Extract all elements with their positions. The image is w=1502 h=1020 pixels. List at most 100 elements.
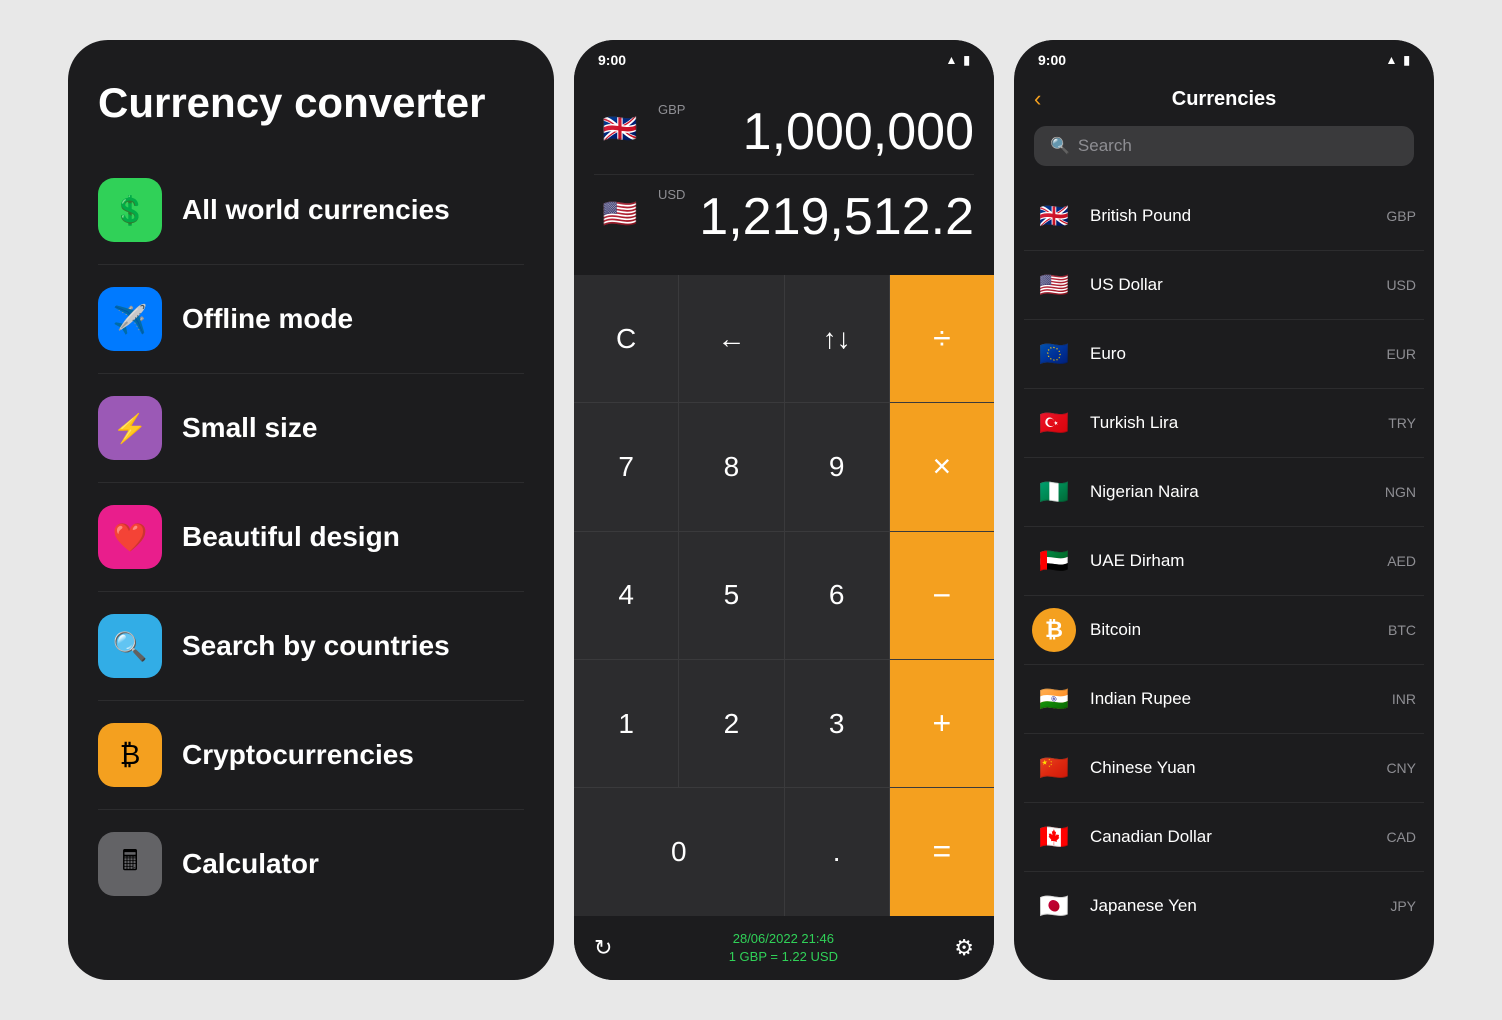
currencies-header: ‹ Currencies 🔍 Search (1014, 74, 1434, 182)
to-code: USD (658, 187, 685, 202)
calc-keypad: C←↑↓÷ 789× 456− 123+0.= (574, 275, 994, 916)
currency-item-gbp[interactable]: 🇬🇧 British Pound GBP (1024, 182, 1424, 251)
feature-label-offline-mode: Offline mode (182, 303, 353, 335)
calc-key-_[interactable]: × (890, 403, 994, 530)
currency-name-inr: Indian Rupee (1090, 689, 1378, 709)
currency-name-eur: Euro (1090, 344, 1372, 364)
flag-btc: ₿ (1032, 608, 1076, 652)
currency-item-usd[interactable]: 🇺🇸 US Dollar USD (1024, 251, 1424, 320)
footer-date: 28/06/2022 21:46 (729, 930, 838, 948)
calc-key-8[interactable]: 8 (679, 403, 783, 530)
currencies-list: 🇬🇧 British Pound GBP 🇺🇸 US Dollar USD 🇪🇺… (1014, 182, 1434, 980)
currency-item-jpy[interactable]: 🇯🇵 Japanese Yen JPY (1024, 872, 1424, 940)
currencies-panel: 9:00 ▲ ▮ ‹ Currencies 🔍 Search 🇬🇧 Britis… (1014, 40, 1434, 980)
currency-name-btc: Bitcoin (1090, 620, 1374, 640)
feature-item-small-size[interactable]: ⚡ Small size (98, 374, 524, 483)
feature-label-beautiful-design: Beautiful design (182, 521, 400, 553)
calc-key-6[interactable]: 6 (785, 532, 889, 659)
currencies-title: Currencies (1064, 88, 1384, 111)
currency-name-try: Turkish Lira (1090, 413, 1374, 433)
calc-key-_[interactable]: . (785, 788, 889, 915)
currency-code-jpy: JPY (1390, 898, 1416, 914)
feature-item-calculator[interactable]: 🖩 Calculator (98, 810, 524, 918)
currency-code-eur: EUR (1386, 346, 1416, 362)
currency-name-gbp: British Pound (1090, 206, 1372, 226)
currency-item-try[interactable]: 🇹🇷 Turkish Lira TRY (1024, 389, 1424, 458)
feature-icon-beautiful-design: ❤️ (98, 505, 162, 569)
currency-name-cny: Chinese Yuan (1090, 758, 1372, 778)
curr-status-icons: ▲ ▮ (1386, 53, 1411, 67)
currency-code-ngn: NGN (1385, 484, 1416, 500)
currency-item-inr[interactable]: 🇮🇳 Indian Rupee INR (1024, 665, 1424, 734)
currency-name-usd: US Dollar (1090, 275, 1372, 295)
flag-eur: 🇪🇺 (1032, 332, 1076, 376)
to-flag[interactable]: 🇺🇸 (594, 187, 646, 239)
refresh-icon[interactable]: ↻ (594, 935, 612, 961)
from-code: GBP (658, 102, 685, 117)
feature-icon-offline-mode: ✈️ (98, 287, 162, 351)
flag-ngn: 🇳🇬 (1032, 470, 1076, 514)
currency-code-gbp: GBP (1386, 208, 1416, 224)
feature-label-all-currencies: All world currencies (182, 194, 450, 226)
currency-item-btc[interactable]: ₿ Bitcoin BTC (1024, 596, 1424, 665)
features-list: 💲 All world currencies ✈️ Offline mode ⚡… (98, 156, 524, 918)
calc-key-_[interactable]: − (890, 532, 994, 659)
currency-item-aed[interactable]: 🇦🇪 UAE Dirham AED (1024, 527, 1424, 596)
feature-item-cryptocurrencies[interactable]: ₿ Cryptocurrencies (98, 701, 524, 810)
calc-key-3[interactable]: 3 (785, 660, 889, 787)
feature-label-calculator: Calculator (182, 848, 319, 880)
flag-cad: 🇨🇦 (1032, 815, 1076, 859)
from-flag[interactable]: 🇬🇧 (594, 102, 646, 154)
currency-name-ngn: Nigerian Naira (1090, 482, 1371, 502)
flag-aed: 🇦🇪 (1032, 539, 1076, 583)
currency-code-usd: USD (1386, 277, 1416, 293)
calc-key-_[interactable]: + (890, 660, 994, 787)
currency-code-inr: INR (1392, 691, 1416, 707)
currency-name-cad: Canadian Dollar (1090, 827, 1372, 847)
currency-name-jpy: Japanese Yen (1090, 896, 1376, 916)
calc-key-_[interactable]: ÷ (890, 275, 994, 402)
currency-code-aed: AED (1387, 553, 1416, 569)
currency-item-cad[interactable]: 🇨🇦 Canadian Dollar CAD (1024, 803, 1424, 872)
status-icons: ▲ ▮ (946, 53, 971, 67)
calc-key-_[interactable]: ← (679, 275, 783, 402)
feature-item-search-countries[interactable]: 🔍 Search by countries (98, 592, 524, 701)
search-placeholder: Search (1078, 136, 1132, 156)
flag-gbp: 🇬🇧 (1032, 194, 1076, 238)
feature-item-offline-mode[interactable]: ✈️ Offline mode (98, 265, 524, 374)
calc-key-2[interactable]: 2 (679, 660, 783, 787)
from-amount: 1,000,000 (697, 102, 974, 162)
currency-item-eur[interactable]: 🇪🇺 Euro EUR (1024, 320, 1424, 389)
search-bar[interactable]: 🔍 Search (1034, 126, 1414, 166)
calc-key-7[interactable]: 7 (574, 403, 678, 530)
flag-try: 🇹🇷 (1032, 401, 1076, 445)
footer-rate: 1 GBP = 1.22 USD (729, 948, 838, 966)
search-icon: 🔍 (1050, 136, 1070, 156)
calc-key-C[interactable]: C (574, 275, 678, 402)
status-time: 9:00 (598, 52, 626, 68)
feature-item-beautiful-design[interactable]: ❤️ Beautiful design (98, 483, 524, 592)
calc-footer: ↻ 28/06/2022 21:46 1 GBP = 1.22 USD ⚙ (574, 916, 994, 980)
feature-icon-cryptocurrencies: ₿ (98, 723, 162, 787)
flag-cny: 🇨🇳 (1032, 746, 1076, 790)
calc-key-_[interactable]: = (890, 788, 994, 915)
calc-key-4[interactable]: 4 (574, 532, 678, 659)
calc-key-0[interactable]: 0 (574, 788, 784, 915)
currency-item-cny[interactable]: 🇨🇳 Chinese Yuan CNY (1024, 734, 1424, 803)
feature-item-all-currencies[interactable]: 💲 All world currencies (98, 156, 524, 265)
currency-item-ngn[interactable]: 🇳🇬 Nigerian Naira NGN (1024, 458, 1424, 527)
currency-name-aed: UAE Dirham (1090, 551, 1373, 571)
calc-key-__[interactable]: ↑↓ (785, 275, 889, 402)
currency-code-cad: CAD (1386, 829, 1416, 845)
feature-label-small-size: Small size (182, 412, 317, 444)
back-button[interactable]: ‹ (1034, 86, 1064, 112)
calc-key-5[interactable]: 5 (679, 532, 783, 659)
calc-key-1[interactable]: 1 (574, 660, 678, 787)
calc-key-9[interactable]: 9 (785, 403, 889, 530)
settings-icon[interactable]: ⚙ (954, 935, 974, 961)
flag-usd: 🇺🇸 (1032, 263, 1076, 307)
footer-rate-info: 28/06/2022 21:46 1 GBP = 1.22 USD (729, 930, 838, 966)
curr-status-bar: 9:00 ▲ ▮ (1014, 40, 1434, 74)
feature-icon-all-currencies: 💲 (98, 178, 162, 242)
to-amount: 1,219,512.2 (697, 187, 974, 247)
